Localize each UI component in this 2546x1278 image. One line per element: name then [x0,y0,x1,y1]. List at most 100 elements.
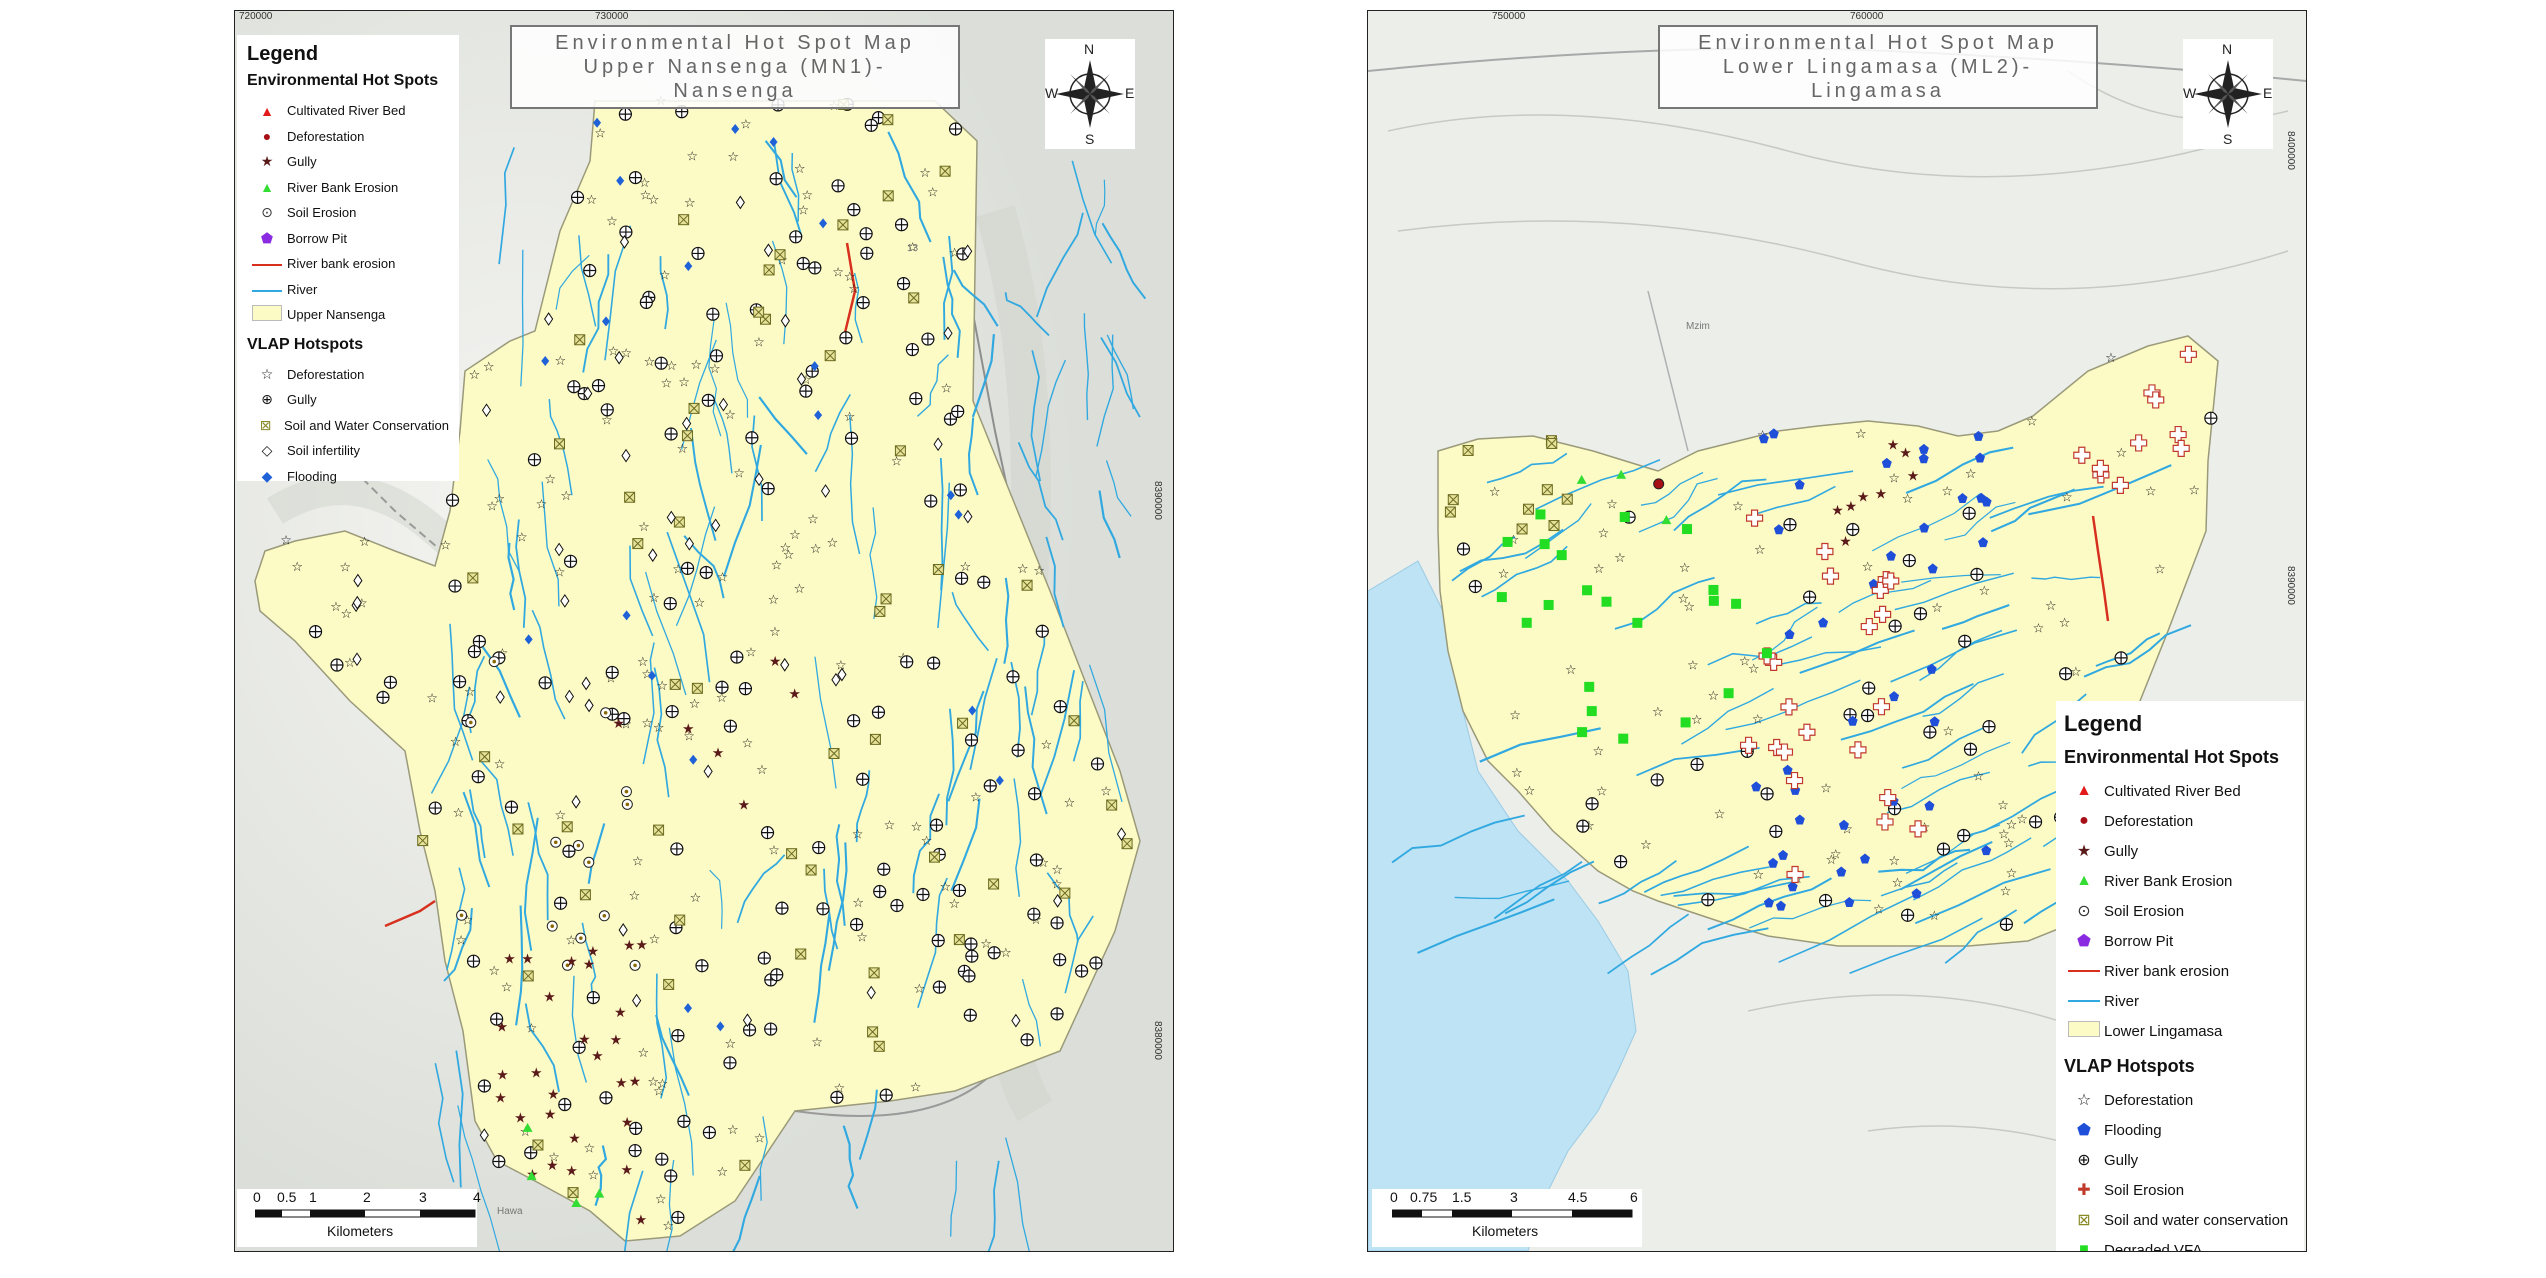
deforestation-star-icon: ☆ [852,895,864,910]
legend-box: Legend Environmental Hot Spots ▲ Cultivat… [237,35,459,484]
deforestation-star-icon: ☆ [280,532,292,547]
scale-tick: 3 [419,1189,427,1205]
legend-label: River [287,281,318,297]
gully-icon [1456,542,1471,556]
scale-tick: 4 [473,1189,481,1205]
legend-item: ▲ River Bank Erosion [2064,866,2296,896]
gully-icon [1050,1007,1064,1021]
deforestation-star-icon: ☆ [913,981,925,996]
gully-icon [695,959,709,973]
deforestation-star-icon: ☆ [659,267,671,282]
legend-label: Gully [287,392,317,408]
gully-star-icon: ★ [494,1089,507,1105]
deforestation-star-icon: ☆ [494,491,506,506]
deforestation-star-icon: ☆ [690,890,702,905]
soil-water-conservation-icon [929,851,941,863]
deforestation-star-icon: ☆ [2105,350,2117,365]
legend-item: ▲ Cultivated River Bed [247,98,449,124]
gully-icon [844,431,859,445]
deforestation-star-icon: ☆ [644,354,656,369]
gully-icon [1769,824,1783,839]
deforestation-star-icon: ☆ [1652,704,1664,719]
gully-icon [570,190,585,204]
degraded-vfa-icon [1543,599,1554,610]
deforestation-star-icon: ☆ [677,441,689,456]
deforestation-star-icon: ☆ [725,1036,737,1051]
diamond-icon: ◆ [261,467,273,484]
star-outline-icon: ☆ [2076,1092,2092,1109]
soil-water-conservation-icon [663,978,675,990]
gully-icon [859,227,873,241]
gully-icon [1970,567,1984,581]
gully-icon [654,356,668,370]
deforestation-star-icon: ☆ [884,818,896,833]
coord-label-top-2: 730000 [595,11,629,22]
gully-icon [2059,667,2073,681]
deforestation-star-icon: ☆ [1931,600,1943,615]
deforestation-star-icon: ☆ [910,1079,922,1094]
deforestation-star-icon: ☆ [560,488,572,503]
triangle-icon: ▲ [2076,782,2092,799]
legend-item: River bank erosion [247,251,449,277]
soil-water-conservation-icon [553,438,565,450]
soil-water-conservation-icon [561,821,573,833]
gully-icon [1090,757,1105,771]
deforestation-star-icon: ☆ [742,736,754,751]
gully-icon [618,107,633,121]
gully-icon [1982,720,1996,734]
legend-label: River bank erosion [287,256,396,272]
gully-icon [877,862,891,876]
soil-water-conservation-icon [574,334,586,346]
deforestation-star-icon: ☆ [536,497,548,512]
gully-icon [909,391,923,406]
soil-water-conservation-icon [579,889,591,901]
deforestation-star-icon: ☆ [594,125,606,140]
soil-water-conservation-icon [763,264,775,276]
legend-item: ☆ Deforestation [2064,1085,2296,1115]
deforestation-star-icon: ☆ [756,762,768,777]
star-icon: ★ [2076,843,2092,860]
gully-star-icon: ★ [635,937,648,953]
soil-water-conservation-icon [932,564,944,576]
deforestation-star-icon: ☆ [2006,865,2018,880]
deforestation-star-icon: ☆ [2045,598,2057,613]
gully-icon [916,887,930,902]
road-label: 13 [907,243,919,254]
legend-label: Soil and water conservation [2104,1211,2289,1229]
gully-icon [770,968,784,982]
legend-item: ⊙ Soil Erosion [247,200,449,226]
gully-icon [1050,916,1064,930]
deforestation-star-icon: ☆ [661,376,673,391]
deforestation-star-icon: ☆ [2033,621,2045,636]
deforestation-star-icon: ☆ [694,595,706,610]
deforestation-star-icon: ☆ [1825,852,1837,867]
gully-icon [706,307,720,321]
legend-item: River bank erosion [2064,956,2296,986]
deforestation-star-icon: ☆ [2016,812,2028,827]
map-panel-upper-nansenga[interactable]: ☆ ☆ ☆ ☆ ☆ ☆ ☆ ☆ ☆ ☆ ☆ ☆ ☆ ☆ ☆ ☆ ☆ ☆ ☆ ☆ ☆ ☆ ☆ ☆ ☆ ☆ ☆ ☆ ☆ ☆ ☆ ☆ ☆ ☆ ☆ ☆ ☆ ☆ ☆ ☆… [234,10,1174,1252]
degraded-vfa-icon [1539,539,1550,550]
scale-tick: 2 [363,1189,371,1205]
gully-icon [1902,553,1916,568]
area-swatch-icon [252,305,282,322]
gully-icon [1011,743,1025,757]
deforestation-star-icon: ☆ [1820,780,1832,795]
gully-icon [860,246,874,260]
deforestation-star-icon: ☆ [801,187,813,202]
deforestation-star-icon: ☆ [717,1164,729,1179]
map-panel-lower-lingamasa[interactable]: ☆ ☆ ☆ ☆ ☆ ☆ ☆ ☆ ☆ ☆ ☆ ☆ ☆ ☆ ☆ ☆ ☆ ☆ ☆ ☆ ☆ ☆ ☆ ☆ ☆ ☆ ☆ ☆ ☆ ☆ ☆ ☆ ☆ ☆ ☆ ☆ ☆ ☆ ☆ ☆… [1367,10,2307,1252]
deforestation-star-icon: ☆ [2059,615,2071,630]
gully-icon [1936,842,1951,856]
deforestation-star-icon: ☆ [798,202,810,217]
gully-icon [738,682,753,696]
deforestation-star-icon: ☆ [1973,768,1985,783]
gully-star-icon: ★ [1899,445,1912,461]
soil-erosion-icon [583,856,595,868]
gully-icon [600,403,614,417]
gully-icon [1027,907,1041,921]
gully-star-icon: ★ [738,797,751,813]
deforestation-star-icon: ☆ [516,529,528,544]
gully-icon [789,230,803,244]
degraded-vfa-icon [1582,585,1593,596]
gully-icon [605,665,619,680]
